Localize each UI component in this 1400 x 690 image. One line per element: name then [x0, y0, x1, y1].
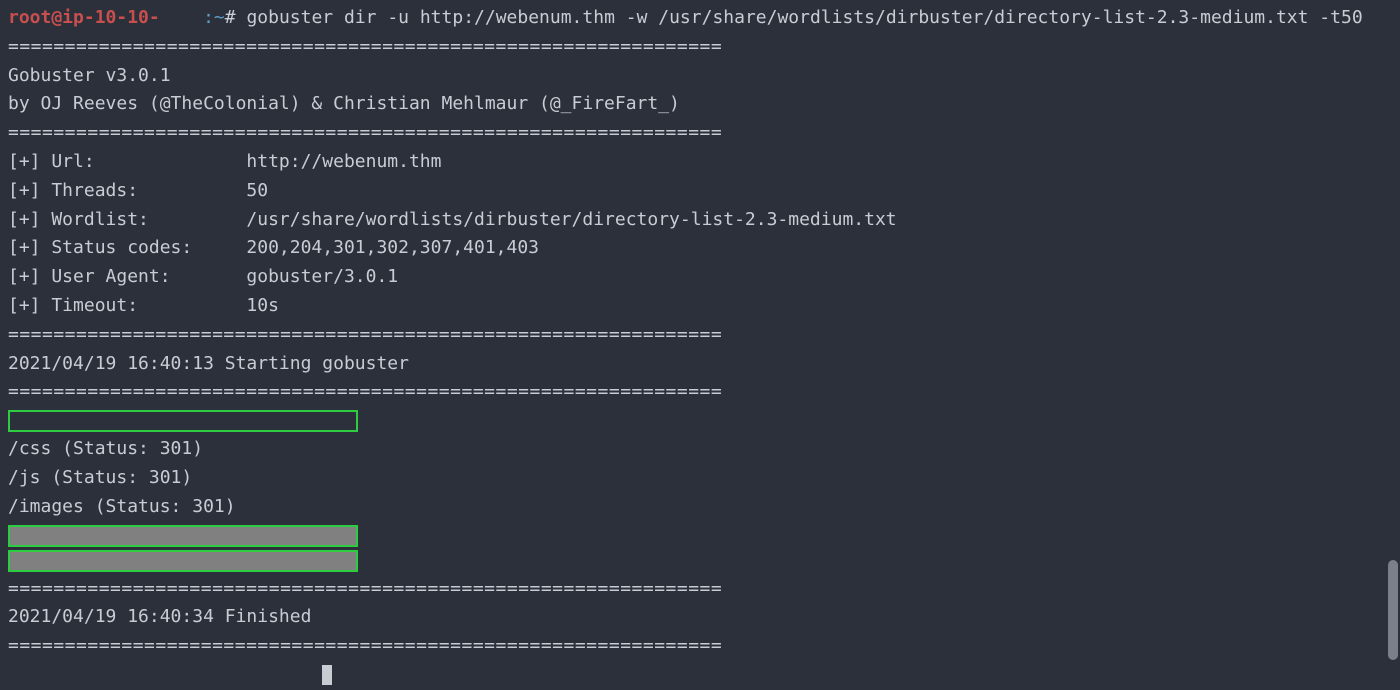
- redacted-result: [8, 410, 358, 432]
- finish-line: 2021/04/19 16:40:34 Finished: [8, 603, 1392, 632]
- cursor-icon: [322, 665, 332, 685]
- gobuster-author: by OJ Reeves (@TheColonial) & Christian …: [8, 90, 1392, 119]
- config-line: [+] Timeout: 10s: [8, 292, 1392, 321]
- redacted-result: [8, 525, 358, 547]
- divider-line: ========================================…: [8, 378, 1392, 407]
- scrollbar[interactable]: [1386, 0, 1398, 672]
- prompt-path: ~: [214, 7, 225, 28]
- prompt-hash: #: [225, 7, 247, 28]
- result-line: /css (Status: 301): [8, 435, 1392, 464]
- config-line: [+] Status codes: 200,204,301,302,307,40…: [8, 234, 1392, 263]
- divider-line: ========================================…: [8, 632, 1392, 661]
- scrollbar-thumb[interactable]: [1388, 560, 1398, 660]
- divider-line: ========================================…: [8, 575, 1392, 604]
- gobuster-title: Gobuster v3.0.1: [8, 62, 1392, 91]
- config-line: [+] User Agent: gobuster/3.0.1: [8, 263, 1392, 292]
- prompt-user-host: root@ip-10-10-: [8, 7, 160, 28]
- config-line: [+] Threads: 50: [8, 177, 1392, 206]
- config-line: [+] Wordlist: /usr/share/wordlists/dirbu…: [8, 206, 1392, 235]
- divider-line: ========================================…: [8, 119, 1392, 148]
- result-line: /images (Status: 301): [8, 493, 1392, 522]
- prompt-sep: :: [203, 7, 214, 28]
- result-line: /js (Status: 301): [8, 464, 1392, 493]
- divider-line: ========================================…: [8, 33, 1392, 62]
- command-text: gobuster dir -u http://webenum.thm -w /u…: [246, 7, 1362, 28]
- terminal-output[interactable]: root@ip-10-10- :~# gobuster dir -u http:…: [8, 4, 1392, 690]
- config-line: [+] Url: http://webenum.thm: [8, 148, 1392, 177]
- config-block: [+] Url: http://webenum.thm[+] Threads: …: [8, 148, 1392, 321]
- prompt-line: root@ip-10-10- :~# gobuster dir -u http:…: [8, 4, 1392, 33]
- redacted-result: [8, 550, 358, 572]
- next-prompt: [8, 661, 1392, 690]
- divider-line: ========================================…: [8, 321, 1392, 350]
- start-line: 2021/04/19 16:40:13 Starting gobuster: [8, 350, 1392, 379]
